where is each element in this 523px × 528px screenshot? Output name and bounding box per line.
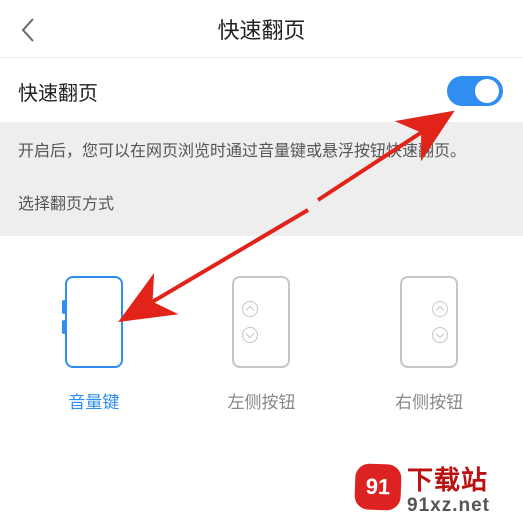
back-button[interactable] xyxy=(12,14,44,46)
option-right-buttons[interactable]: 右侧按钮 xyxy=(354,276,504,413)
setting-label: 快速翻页 xyxy=(18,77,98,106)
volume-buttons-icon xyxy=(62,300,66,314)
float-buttons-right-icon xyxy=(432,301,448,343)
phone-icon-left xyxy=(232,276,290,368)
quick-page-toggle[interactable] xyxy=(447,76,503,106)
page-method-options: 音量键 左侧按钮 右侧按钮 xyxy=(0,236,523,423)
watermark-line2: 91xz.net xyxy=(407,495,490,517)
description-block: 开启后，您可以在网页浏览时通过音量键或悬浮按钮快速翻页。 选择翻页方式 xyxy=(0,122,523,236)
description-text: 开启后，您可以在网页浏览时通过音量键或悬浮按钮快速翻页。 xyxy=(18,140,505,164)
option-volume-keys[interactable]: 音量键 xyxy=(19,276,169,413)
option-label: 右侧按钮 xyxy=(395,388,463,413)
option-label: 左侧按钮 xyxy=(227,388,295,413)
option-label: 音量键 xyxy=(68,388,119,413)
option-left-buttons[interactable]: 左侧按钮 xyxy=(186,276,336,413)
phone-icon-right xyxy=(400,276,458,368)
float-buttons-left-icon xyxy=(242,301,258,343)
page-title: 快速翻页 xyxy=(217,13,305,45)
choose-method-label: 选择翻页方式 xyxy=(18,190,505,214)
chevron-left-icon xyxy=(19,16,37,44)
watermark-line1: 下载站 xyxy=(407,460,488,497)
phone-icon-volume xyxy=(65,276,123,368)
setting-row-quick-page: 快速翻页 xyxy=(0,58,523,122)
watermark-badge: 91 xyxy=(354,463,402,511)
watermark: 91 下载站 91xz.net xyxy=(353,462,523,528)
header: 快速翻页 xyxy=(0,0,523,58)
